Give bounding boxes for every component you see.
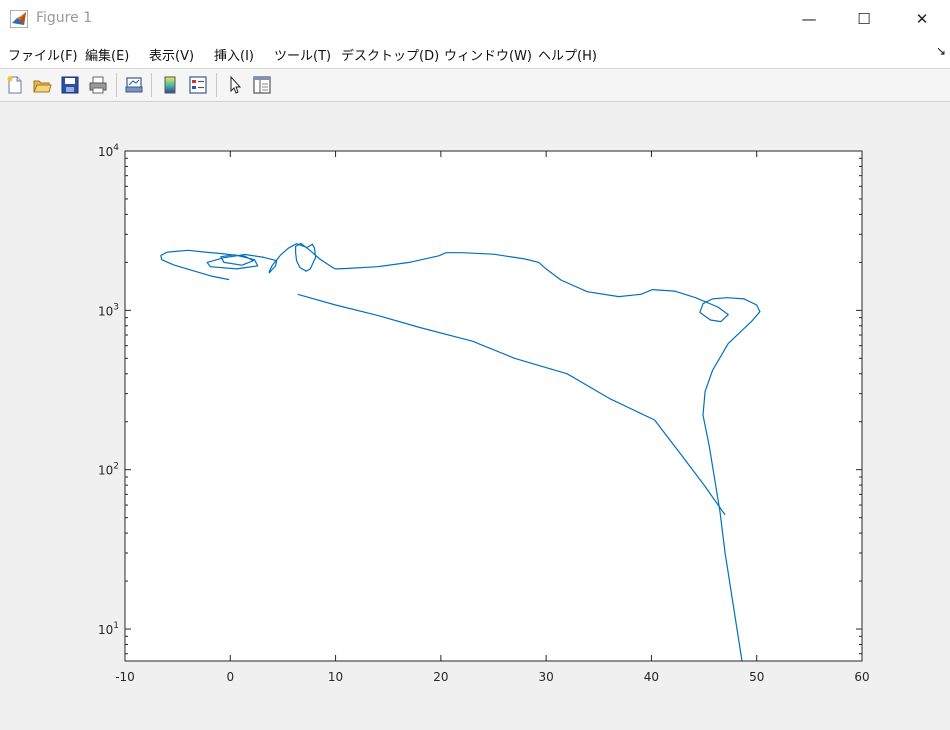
y-tick-labels: 101 102 103 104 [98, 143, 119, 637]
menu-file[interactable]: ファイル(F) [8, 45, 78, 64]
x-tick-label: 20 [433, 670, 448, 684]
close-button[interactable]: ✕ [899, 0, 945, 38]
axes-background [125, 151, 862, 661]
window-title: Figure 1 [36, 10, 93, 26]
colorbar-button[interactable] [158, 73, 182, 97]
x-tick-label: 60 [854, 670, 869, 684]
menu-edit[interactable]: 編集(E) [85, 45, 129, 64]
pointer-button[interactable] [223, 73, 247, 97]
save-button[interactable] [58, 73, 82, 97]
x-tick-labels: -10 0 10 20 30 40 50 60 [115, 670, 869, 684]
menu-insert[interactable]: 挿入(I) [214, 45, 254, 64]
link-plot-button[interactable] [122, 73, 146, 97]
property-editor-button[interactable] [250, 73, 274, 97]
x-tick-label: -10 [115, 670, 135, 684]
close-icon: ✕ [915, 10, 929, 28]
legend-icon [189, 76, 207, 94]
x-tick-label: 50 [749, 670, 764, 684]
toolbar-separator [216, 73, 217, 97]
y-tick-label: 102 [98, 462, 119, 478]
maximize-icon: ☐ [857, 10, 871, 28]
y-tick-label: 103 [98, 302, 119, 318]
dock-figure-icon[interactable]: ↘ [936, 44, 946, 58]
open-file-button[interactable] [30, 73, 54, 97]
link-plot-icon [125, 77, 143, 93]
toolbar [0, 69, 950, 102]
pointer-icon [230, 75, 242, 94]
menu-desktop[interactable]: デスクトップ(D) [341, 45, 439, 64]
x-tick-label: 40 [644, 670, 659, 684]
toolbar-separator [116, 73, 117, 97]
save-icon [61, 76, 79, 94]
x-tick-label: 0 [226, 670, 234, 684]
title-bar: Figure 1 — ☐ ✕ [0, 0, 950, 38]
plot-svg: -10 0 10 20 30 40 50 60 101 102 103 104 [98, 143, 870, 684]
toolbar-separator [151, 73, 152, 97]
print-icon [89, 76, 107, 94]
y-tick-label: 104 [98, 143, 119, 159]
menu-help[interactable]: ヘルプ(H) [538, 45, 597, 64]
matlab-logo-icon [10, 10, 28, 28]
menu-view[interactable]: 表示(V) [149, 45, 194, 64]
maximize-button[interactable]: ☐ [841, 0, 887, 38]
menu-window[interactable]: ウィンドウ(W) [444, 45, 532, 64]
x-tick-label: 10 [328, 670, 343, 684]
property-editor-icon [253, 76, 271, 94]
menu-tools[interactable]: ツール(T) [274, 45, 331, 64]
open-file-icon [33, 80, 52, 93]
legend-button[interactable] [186, 73, 210, 97]
new-figure-icon [7, 76, 22, 94]
x-tick-label: 30 [539, 670, 554, 684]
new-figure-button[interactable] [3, 73, 27, 97]
colorbar-icon [164, 76, 176, 94]
figure-canvas: -10 0 10 20 30 40 50 60 101 102 103 104 [0, 102, 950, 730]
menu-bar: ファイル(F) 編集(E) 表示(V) 挿入(I) ツール(T) デスクトップ(… [0, 38, 950, 69]
print-button[interactable] [86, 73, 110, 97]
minimize-icon: — [801, 10, 817, 28]
y-tick-label: 101 [98, 621, 119, 637]
minimize-button[interactable]: — [786, 0, 832, 38]
